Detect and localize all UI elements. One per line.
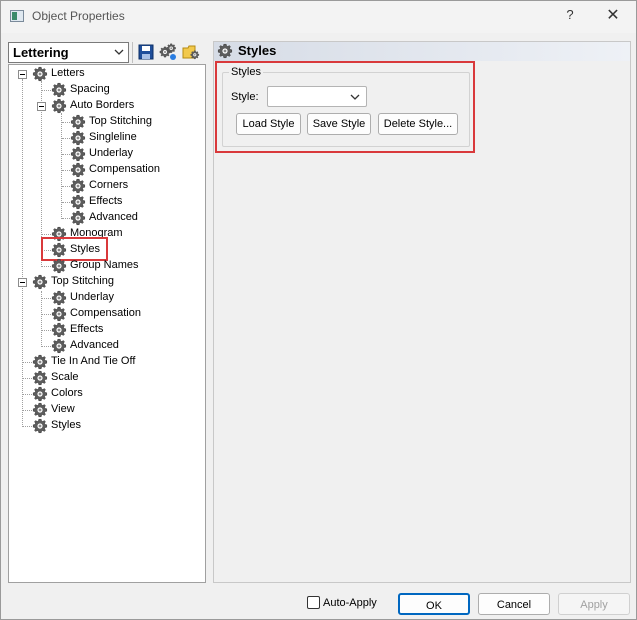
tree-line — [62, 138, 70, 139]
gear-icon — [32, 274, 48, 290]
tree-line — [23, 410, 32, 411]
window-title: Object Properties — [32, 9, 125, 23]
chevron-down-icon — [114, 49, 124, 55]
tree-line — [62, 154, 70, 155]
close-button[interactable]: ✕ — [603, 6, 623, 26]
gear-icon — [70, 210, 86, 226]
tree-item-label: Corners — [89, 179, 129, 191]
tree-line — [22, 79, 23, 427]
tree-line — [62, 170, 70, 171]
tree-line — [42, 90, 51, 91]
tree-item-label: Tie In And Tie Off — [51, 355, 136, 367]
ok-button[interactable]: OK — [398, 593, 470, 615]
gear-icon — [51, 290, 67, 306]
gear-icon — [51, 338, 67, 354]
object-properties-window: Object Properties ? ✕ Lettering Letters — [0, 0, 637, 620]
tree-item-label: Underlay — [89, 147, 134, 159]
apply-button[interactable]: Apply — [558, 593, 630, 615]
gear-icon — [70, 130, 86, 146]
expander-letters[interactable] — [18, 70, 27, 79]
tree-line — [61, 113, 62, 219]
object-type-combo[interactable]: Lettering — [8, 42, 129, 63]
tree-item-label: Compensation — [89, 163, 160, 175]
gear-icon — [32, 402, 48, 418]
gear-icon — [51, 306, 67, 322]
tree-item-label: Effects — [70, 323, 104, 335]
gear-icon — [51, 258, 67, 274]
tree-line — [23, 378, 32, 379]
tree-item-label: Scale — [51, 371, 79, 383]
app-icon — [10, 10, 24, 22]
tree-line — [23, 426, 32, 427]
gear-icon — [70, 194, 86, 210]
tree-line — [23, 394, 32, 395]
gear-icon — [70, 114, 86, 130]
save-icon[interactable] — [137, 43, 155, 61]
tree-line — [23, 362, 32, 363]
tree-line — [42, 298, 51, 299]
tree-item-label: Colors — [51, 387, 83, 399]
gear-icon — [217, 43, 233, 59]
object-type-value: Lettering — [13, 45, 69, 60]
tree-item-label: Auto Borders — [70, 99, 135, 111]
tree-item-label: Compensation — [70, 307, 141, 319]
cancel-button[interactable]: Cancel — [478, 593, 550, 615]
help-button[interactable]: ? — [562, 7, 578, 25]
gear-icon — [70, 178, 86, 194]
tree-item-label: Singleline — [89, 131, 137, 143]
tree-item-label: Styles — [51, 419, 81, 431]
tree-item-label: Effects — [89, 195, 123, 207]
tree-item-label: Top Stitching — [51, 275, 114, 287]
tree-line — [42, 330, 51, 331]
gear-icon — [70, 146, 86, 162]
tree-line — [42, 234, 51, 235]
gear-icon — [51, 322, 67, 338]
gear-icon — [32, 354, 48, 370]
panel-header: Styles — [214, 42, 630, 61]
gear-icon — [70, 162, 86, 178]
expander-auto-borders[interactable] — [37, 102, 46, 111]
auto-apply-checkbox[interactable] — [307, 596, 320, 609]
gears-icon[interactable] — [159, 43, 177, 61]
tree-line — [42, 314, 51, 315]
gear-icon — [32, 370, 48, 386]
panel-title: Styles — [238, 43, 277, 58]
tree-line — [42, 346, 51, 347]
tree-item-label: Letters — [51, 67, 85, 79]
tree-line — [41, 291, 42, 347]
tree-line — [62, 186, 70, 187]
auto-apply-label[interactable]: Auto-Apply — [323, 597, 377, 609]
gear-icon — [32, 386, 48, 402]
expander-top-stitching[interactable] — [18, 278, 27, 287]
highlight-box-styles — [215, 61, 475, 153]
tree-item-label: Group Names — [70, 259, 139, 271]
gear-icon — [51, 98, 67, 114]
tree-line — [62, 202, 70, 203]
gear-icon — [51, 82, 67, 98]
tree-item-label: Underlay — [70, 291, 115, 303]
gear-icon — [32, 66, 48, 82]
tree-line — [62, 218, 70, 219]
tree-line — [42, 266, 51, 267]
tree-item-label: Spacing — [70, 83, 110, 95]
folder-gear-icon[interactable] — [182, 43, 200, 61]
gear-icon — [32, 418, 48, 434]
title-bar: Object Properties ? ✕ — [1, 1, 636, 33]
tree-line — [62, 122, 70, 123]
tree-item-label: Top Stitching — [89, 115, 152, 127]
tree-item-label: Advanced — [89, 211, 138, 223]
tree-item-label: Advanced — [70, 339, 119, 351]
toolbar-separator — [132, 42, 133, 63]
tree-item-label: View — [51, 403, 75, 415]
